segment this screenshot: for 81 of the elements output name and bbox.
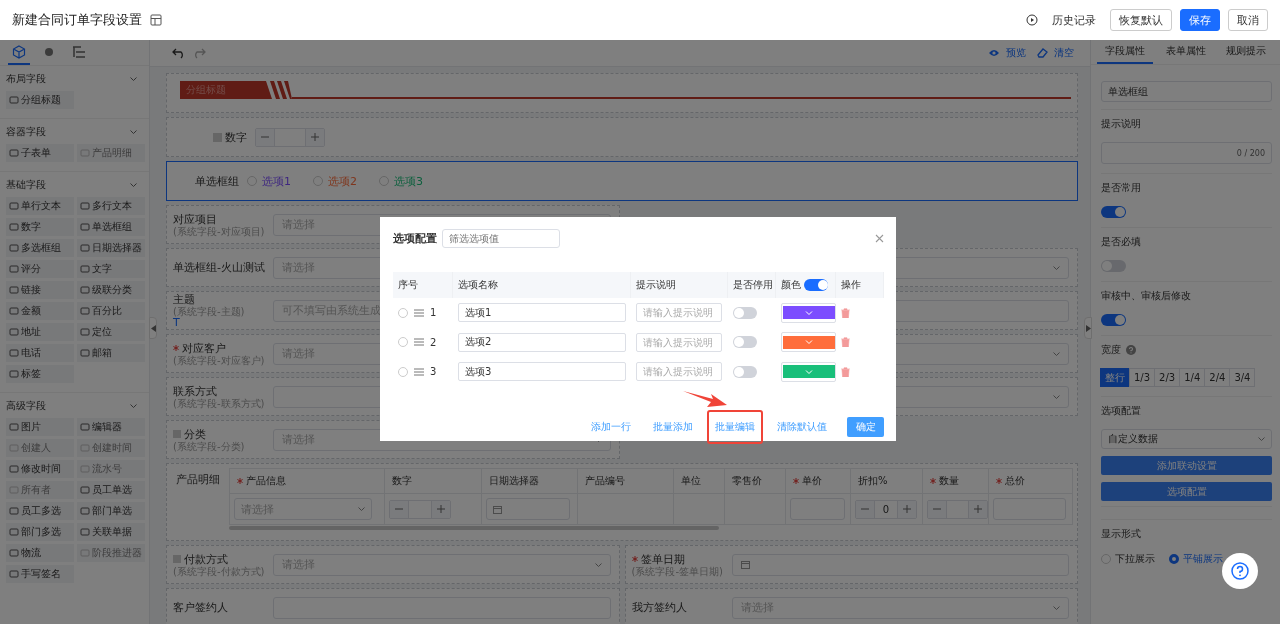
field-type-label: 多行文本 bbox=[92, 199, 132, 213]
option-label: 选项1 bbox=[262, 173, 291, 189]
field-type-label: 百分比 bbox=[92, 304, 122, 318]
option-label: 选项2 bbox=[328, 173, 357, 189]
property-label: 审核中、审核后修改 bbox=[1101, 289, 1191, 303]
field-label: 单选框组-火山测试 bbox=[173, 261, 265, 274]
field-label: 联系方式 bbox=[173, 384, 217, 398]
field-type-label: 定位 bbox=[92, 325, 112, 339]
column-title: 产品编号 bbox=[585, 474, 625, 488]
column-title: 单价 bbox=[802, 474, 822, 488]
radio-label: 平铺展示 bbox=[1183, 552, 1223, 566]
dialog-title: 选项配置 bbox=[393, 231, 437, 246]
field-type-label: 手写签名 bbox=[21, 567, 61, 581]
column-title: 数字 bbox=[392, 474, 412, 488]
column-title: 折扣% bbox=[858, 474, 888, 488]
row-number: 3 bbox=[430, 366, 437, 378]
column-header: 颜色 bbox=[781, 278, 801, 292]
field-type-label: 数字 bbox=[21, 220, 41, 234]
field-type-label: 部门多选 bbox=[21, 525, 61, 539]
field-label: 数字 bbox=[225, 129, 247, 145]
field-type-label: 地址 bbox=[21, 325, 41, 339]
field-label: 签单日期 bbox=[640, 552, 685, 566]
column-title: 日期选择器 bbox=[489, 474, 539, 488]
column-header: 操作 bbox=[841, 278, 861, 292]
field-type-label: 日期选择器 bbox=[92, 241, 142, 255]
field-type-label: 编辑器 bbox=[92, 420, 122, 434]
field-type-label: 邮箱 bbox=[92, 346, 112, 360]
column-title: 数量 bbox=[939, 474, 959, 488]
field-label: 付款方式 bbox=[184, 552, 228, 566]
field-type-label: 子表单 bbox=[21, 146, 51, 160]
field-type-label: 单选框组 bbox=[92, 220, 132, 234]
field-type-label: 员工单选 bbox=[92, 483, 132, 497]
section-title: 高级字段 bbox=[6, 398, 46, 413]
field-label: 我方签约人 bbox=[631, 601, 687, 614]
column-title: 总价 bbox=[1005, 474, 1025, 488]
section-title: 基础字段 bbox=[6, 177, 46, 192]
property-label: 提示说明 bbox=[1101, 117, 1141, 131]
column-title: 单位 bbox=[681, 474, 701, 488]
field-type-label: 级联分类 bbox=[92, 283, 132, 297]
field-type-label: 物流 bbox=[21, 546, 41, 560]
field-type-label: 关联单据 bbox=[92, 525, 132, 539]
row-number: 1 bbox=[430, 307, 437, 319]
field-type-label: 员工多选 bbox=[21, 504, 61, 518]
property-label: 是否必填 bbox=[1101, 235, 1141, 249]
field-label: 分类 bbox=[184, 427, 206, 441]
field-type-label: 金额 bbox=[21, 304, 41, 318]
field-type-label: 单行文本 bbox=[21, 199, 61, 213]
property-label: 宽度 bbox=[1101, 343, 1121, 357]
field-label: 对应项目 bbox=[173, 212, 217, 226]
field-type-label: 电话 bbox=[21, 346, 41, 360]
property-label: 选项配置 bbox=[1101, 404, 1141, 418]
page-title: 新建合同订单字段设置 bbox=[12, 11, 142, 29]
field-type-label: 评分 bbox=[21, 262, 41, 276]
field-label: 主题 bbox=[173, 292, 195, 306]
section-title: 容器字段 bbox=[6, 124, 46, 139]
property-label: 是否常用 bbox=[1101, 181, 1141, 195]
field-type-label: 标签 bbox=[21, 367, 41, 381]
row-number: 2 bbox=[430, 336, 437, 348]
field-type-label: 链接 bbox=[21, 283, 41, 297]
field-type-label: 多选框组 bbox=[21, 241, 61, 255]
column-header: 提示说明 bbox=[636, 278, 676, 292]
section-title: 布局字段 bbox=[6, 71, 46, 86]
stepper-value: 0 bbox=[881, 502, 891, 517]
field-type-label: 图片 bbox=[21, 420, 41, 434]
option-label: 选项3 bbox=[394, 173, 423, 189]
column-header: 选项名称 bbox=[458, 278, 498, 292]
field-type-label: 修改时间 bbox=[21, 462, 61, 476]
field-label: 单选框组 bbox=[195, 173, 239, 189]
column-header: 是否停用 bbox=[733, 278, 773, 292]
radio-label: 下拉展示 bbox=[1115, 552, 1155, 566]
column-title: 产品信息 bbox=[246, 474, 286, 488]
property-label: 显示形式 bbox=[1101, 527, 1141, 541]
field-label: 客户签约人 bbox=[173, 601, 228, 614]
text-type-mark: T bbox=[173, 316, 180, 329]
column-title: 零售价 bbox=[732, 474, 762, 488]
column-header: 序号 bbox=[398, 278, 418, 292]
field-label: 对应客户 bbox=[182, 341, 226, 355]
field-label: 产品明细 bbox=[175, 472, 221, 488]
field-type-label: 分组标题 bbox=[21, 93, 61, 107]
field-type-label: 部门单选 bbox=[92, 504, 132, 518]
field-type-label: 文字 bbox=[92, 262, 112, 276]
